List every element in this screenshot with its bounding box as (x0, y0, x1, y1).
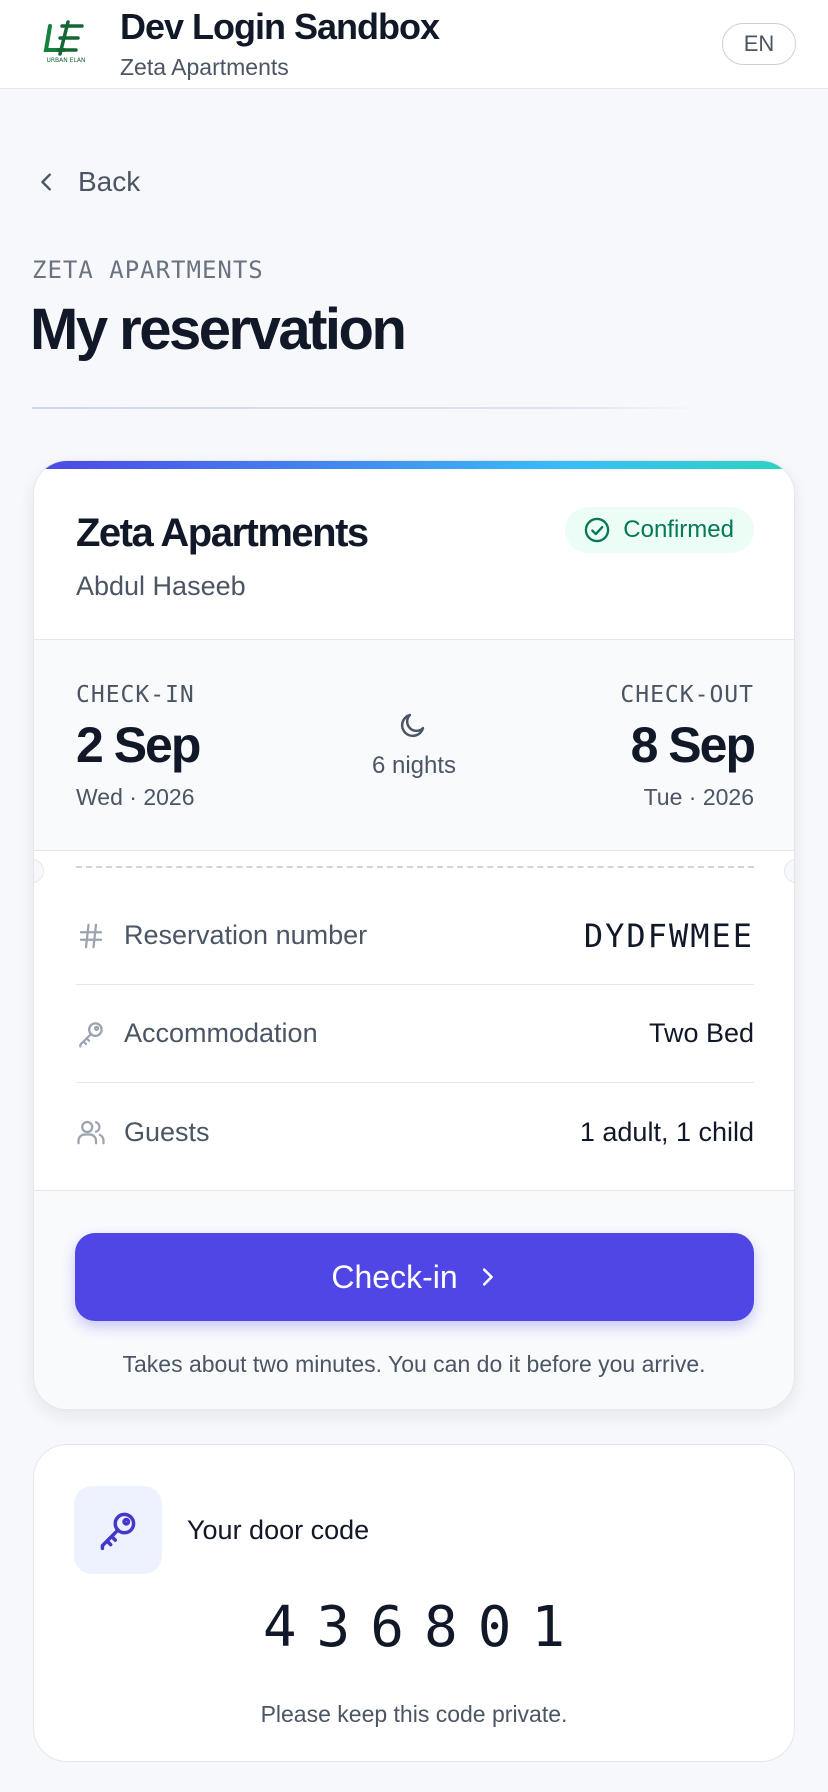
key-icon (79, 1021, 103, 1048)
ticket-notch-right (784, 859, 794, 883)
urban-elan-logo: URBAN ELAN (38, 18, 94, 66)
status-badge: Confirmed (565, 507, 754, 553)
chevron-left-icon (41, 173, 51, 191)
top-bar: URBAN ELAN Dev Login Sandbox Zeta Apartm… (0, 0, 828, 89)
check-circle-icon (585, 517, 610, 543)
key-icon (100, 1512, 136, 1551)
title-divider (32, 407, 704, 409)
reservation-guest-name: Abdul Haseeb (76, 571, 246, 601)
app-title: Dev Login Sandbox (120, 6, 440, 47)
check-out-weekday-year: Tue · 2026 (643, 784, 754, 810)
check-out-label: CHECK-OUT (620, 682, 754, 708)
check-out-date: 8 Sep (630, 717, 756, 773)
reservation-card: Zeta Apartments Abdul Haseeb Confirmed C… (33, 460, 795, 1410)
card-accent-bar (34, 461, 794, 469)
detail-label: Guests (124, 1116, 210, 1147)
property-subtitle: Zeta Apartments (120, 54, 289, 80)
ticket-perforation (76, 866, 754, 868)
door-code-note: Please keep this code private. (260, 1701, 568, 1727)
check-in-label: CHECK-IN (76, 682, 195, 708)
language-button[interactable]: EN (722, 23, 796, 65)
door-code-card: Your door code 436801 Please keep this c… (33, 1444, 795, 1762)
detail-row-reservation-number: Reservation number DYDFWMEE (76, 887, 754, 985)
back-label: Back (78, 166, 141, 197)
door-key-icon-tile (74, 1486, 162, 1574)
hash-icon (79, 923, 103, 948)
detail-row-guests: Guests 1 adult, 1 child (76, 1083, 754, 1181)
guests-value: 1 adult, 1 child (579, 1116, 754, 1147)
door-code-value: 436801 (262, 1595, 586, 1660)
svg-text:URBAN ELAN: URBAN ELAN (46, 57, 85, 64)
status-label: Confirmed (623, 516, 734, 543)
page-title: My reservation (30, 297, 407, 362)
detail-label: Accommodation (124, 1018, 318, 1048)
check-in-button-label: Check-in (331, 1258, 458, 1295)
page-eyebrow: ZETA APARTMENTS (32, 256, 264, 284)
check-in-weekday-year: Wed · 2026 (76, 784, 195, 810)
chevron-right-icon (482, 1268, 493, 1286)
door-code-title: Your door code (187, 1515, 370, 1545)
reservation-property-name: Zeta Apartments (76, 511, 369, 555)
ticket-notch-left (34, 859, 44, 883)
reservation-number-value: DYDFWMEE (583, 916, 754, 955)
accommodation-value: Two Bed (648, 1018, 754, 1048)
check-in-button[interactable]: Check-in (75, 1233, 754, 1321)
detail-label: Reservation number (124, 920, 368, 950)
check-in-hint: Takes about two minutes. You can do it b… (122, 1351, 706, 1377)
detail-row-accommodation: Accommodation Two Bed (76, 985, 754, 1083)
check-in-section: Check-in Takes about two minutes. You ca… (34, 1190, 794, 1409)
users-icon (77, 1120, 105, 1145)
back-button[interactable]: Back (36, 162, 140, 202)
stay-dates: CHECK-IN 2 Sep Wed · 2026 6 nights CHECK… (34, 639, 794, 851)
moon-icon (400, 713, 425, 738)
